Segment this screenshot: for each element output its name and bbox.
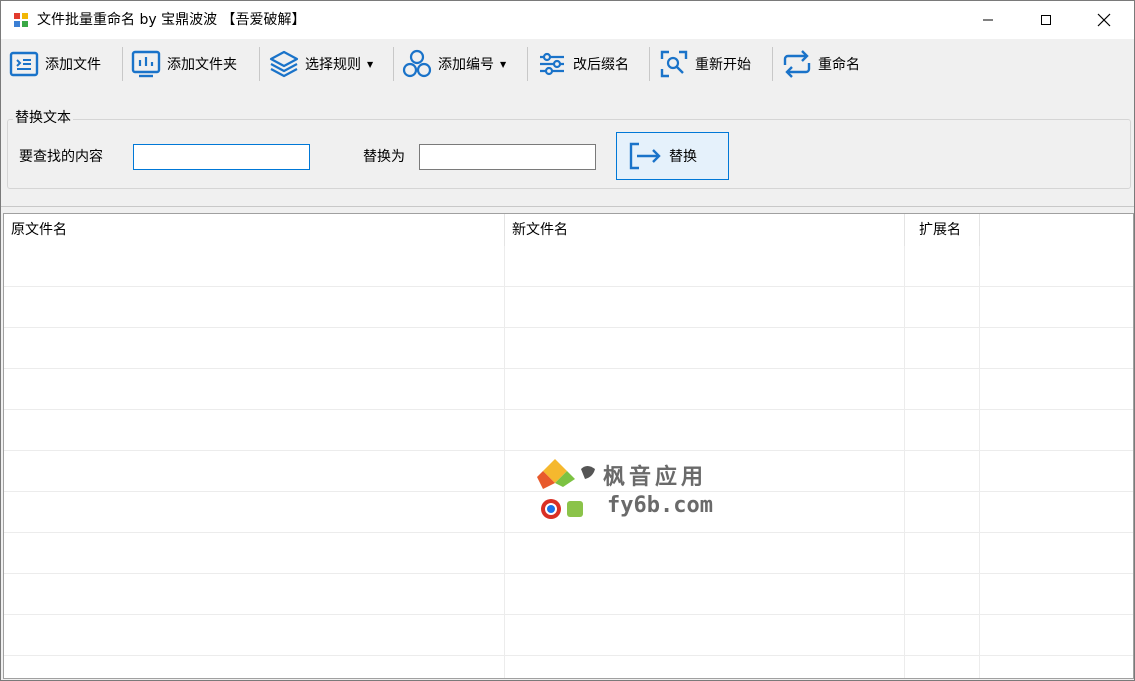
table-cell[interactable] (905, 533, 980, 574)
table-row[interactable] (4, 369, 1133, 410)
replace-arrow-icon (627, 141, 663, 171)
table-cell[interactable] (505, 328, 905, 369)
select-rule-label: 选择规则 (305, 57, 361, 73)
table-cell[interactable] (505, 287, 905, 328)
table-cell[interactable] (4, 492, 505, 533)
change-extension-label: 改后缀名 (573, 57, 629, 73)
minimize-button[interactable] (959, 1, 1017, 39)
restart-button[interactable]: 重新开始 (657, 45, 751, 83)
watermark-line2: fy6b.com (607, 493, 713, 518)
file-grid[interactable]: 原文件名 新文件名 扩展名 枫音应用 fy6b.com (3, 213, 1134, 679)
close-icon (1097, 13, 1111, 27)
table-cell[interactable] (4, 533, 505, 574)
table-row[interactable] (4, 656, 1133, 678)
find-input[interactable] (133, 144, 310, 170)
column-header-extension[interactable]: 扩展名 (905, 214, 980, 246)
change-extension-button[interactable]: 改后缀名 (535, 45, 629, 83)
table-cell[interactable] (905, 287, 980, 328)
toolbar-separator (527, 47, 528, 81)
minimize-icon (983, 19, 993, 21)
toolbar-separator (259, 47, 260, 81)
table-cell[interactable] (505, 656, 905, 678)
search-frame-icon (657, 47, 691, 81)
maximize-button[interactable] (1017, 1, 1075, 39)
column-header-new-name[interactable]: 新文件名 (505, 214, 905, 246)
table-row[interactable] (4, 287, 1133, 328)
table-row[interactable] (4, 328, 1133, 369)
replace-group-title: 替换文本 (13, 109, 73, 127)
table-cell[interactable] (4, 369, 505, 410)
table-cell[interactable] (4, 328, 505, 369)
add-file-icon (7, 47, 41, 81)
column-header-original-name[interactable]: 原文件名 (4, 214, 505, 246)
table-cell[interactable] (905, 410, 980, 451)
table-cell[interactable] (505, 533, 905, 574)
watermark-line1: 枫音应用 (603, 465, 708, 490)
replace-button[interactable]: 替换 (616, 132, 729, 180)
add-file-button[interactable]: 添加文件 (7, 45, 101, 83)
replace-with-input[interactable] (419, 144, 596, 170)
select-rule-button[interactable]: 选择规则 ▼ (267, 45, 373, 83)
table-cell[interactable] (505, 574, 905, 615)
sliders-icon (535, 47, 569, 81)
layers-icon (267, 47, 301, 81)
hexagons-icon (400, 47, 434, 81)
replace-with-label: 替换为 (363, 149, 405, 165)
add-numbering-button[interactable]: 添加编号 ▼ (400, 45, 506, 83)
table-cell[interactable] (905, 369, 980, 410)
add-folder-label: 添加文件夹 (167, 57, 237, 73)
table-cell[interactable] (4, 410, 505, 451)
table-cell[interactable] (905, 656, 980, 678)
table-cell[interactable] (4, 615, 505, 656)
watermark: 枫音应用 fy6b.com (537, 457, 737, 527)
toolbar-separator (122, 47, 123, 81)
app-icon (13, 12, 29, 28)
table-cell[interactable] (4, 574, 505, 615)
close-button[interactable] (1075, 1, 1133, 39)
maximize-icon (1041, 15, 1051, 25)
table-cell[interactable] (505, 369, 905, 410)
repeat-icon (780, 47, 814, 81)
table-cell[interactable] (905, 451, 980, 492)
table-cell[interactable] (905, 574, 980, 615)
rename-button[interactable]: 重命名 (780, 45, 860, 83)
window-title: 文件批量重命名 by 宝鼎波波 【吾爱破解】 (37, 12, 306, 28)
table-row[interactable] (4, 410, 1133, 451)
grid-header: 原文件名 新文件名 扩展名 (4, 214, 1133, 246)
add-numbering-label: 添加编号 (438, 57, 494, 73)
restart-label: 重新开始 (695, 57, 751, 73)
table-row[interactable] (4, 533, 1133, 574)
table-cell[interactable] (4, 287, 505, 328)
table-cell[interactable] (505, 615, 905, 656)
table-cell[interactable] (4, 451, 505, 492)
add-folder-icon (129, 47, 163, 81)
table-row[interactable] (4, 246, 1133, 287)
table-cell[interactable] (905, 328, 980, 369)
table-cell[interactable] (4, 656, 505, 678)
table-cell[interactable] (905, 246, 980, 287)
dropdown-arrow-icon: ▼ (500, 59, 507, 69)
table-cell[interactable] (505, 410, 905, 451)
table-row[interactable] (4, 574, 1133, 615)
toolbar-separator (772, 47, 773, 81)
toolbar-separator (649, 47, 650, 81)
watermark-logo-icon (537, 459, 595, 519)
section-divider (1, 206, 1134, 207)
add-folder-button[interactable]: 添加文件夹 (129, 45, 237, 83)
table-cell[interactable] (505, 246, 905, 287)
add-file-label: 添加文件 (45, 57, 101, 73)
app-window: 文件批量重命名 by 宝鼎波波 【吾爱破解】 添加文件 添加文件夹 选择规则 ▼… (0, 0, 1135, 681)
table-row[interactable] (4, 615, 1133, 656)
toolbar-separator (393, 47, 394, 81)
dropdown-arrow-icon: ▼ (367, 59, 374, 69)
table-cell[interactable] (905, 615, 980, 656)
title-bar: 文件批量重命名 by 宝鼎波波 【吾爱破解】 (1, 1, 1134, 39)
replace-button-label: 替换 (669, 149, 697, 165)
toolbar: 添加文件 添加文件夹 选择规则 ▼ 添加编号 ▼ 改后缀名 重新开始 重命名 (1, 39, 1134, 89)
find-label: 要查找的内容 (19, 149, 103, 165)
rename-label: 重命名 (818, 57, 860, 73)
table-cell[interactable] (905, 492, 980, 533)
table-cell[interactable] (4, 246, 505, 287)
